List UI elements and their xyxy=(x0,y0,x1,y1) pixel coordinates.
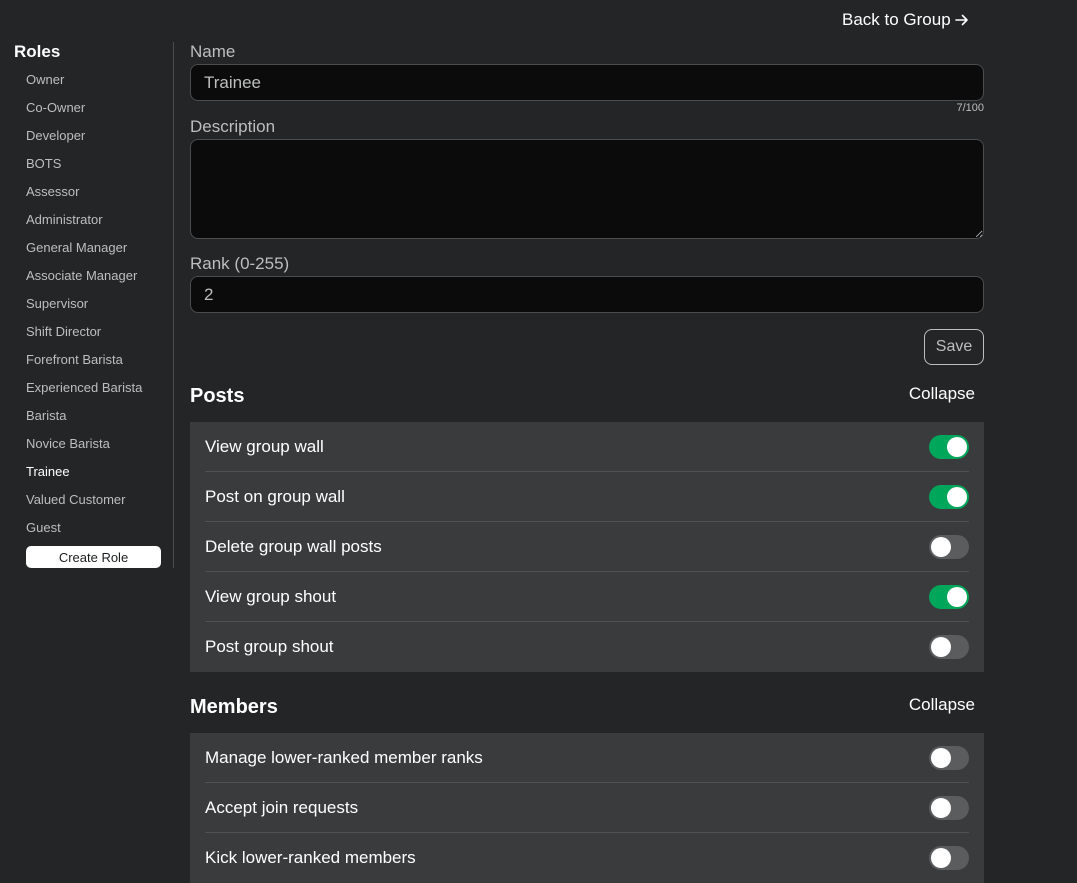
rank-label: Rank (0-255) xyxy=(190,254,290,273)
sidebar-role-item[interactable]: Experienced Barista xyxy=(26,374,142,402)
back-to-group-link[interactable]: Back to Group xyxy=(842,10,969,30)
sidebar-role-item[interactable]: Guest xyxy=(26,514,142,542)
posts-section-title: Posts xyxy=(190,385,245,407)
sidebar-role-item[interactable]: General Manager xyxy=(26,234,142,262)
toggle-knob xyxy=(931,848,951,868)
permission-toggle[interactable] xyxy=(929,846,969,870)
sidebar-role-item[interactable]: Assessor xyxy=(26,178,142,206)
toggle-knob xyxy=(931,797,951,818)
roles-sidebar: Roles Owner Co-Owner Developer BOTS Assessor… xyxy=(0,42,174,568)
permission-label: Post on group wall xyxy=(205,486,345,506)
name-input[interactable] xyxy=(190,64,984,101)
permission-label: Delete group wall posts xyxy=(205,536,382,556)
posts-permissions-panel: View group wall Post on group wall Delete … xyxy=(190,422,984,672)
permission-row: Kick lower-ranked members xyxy=(205,833,969,883)
roles-title: Roles xyxy=(14,42,61,61)
sidebar-role-item[interactable]: Shift Director xyxy=(26,318,142,346)
sidebar-role-item[interactable]: Valued Customer xyxy=(26,486,142,514)
rank-input[interactable] xyxy=(190,276,984,313)
members-permissions-panel: Manage lower-ranked member ranks Accept j… xyxy=(190,733,984,883)
toggle-knob xyxy=(931,637,951,657)
sidebar-role-item[interactable]: Developer xyxy=(26,122,142,150)
role-list: Owner Co-Owner Developer BOTS Assessor Admini… xyxy=(26,66,142,542)
permission-row: Post on group wall xyxy=(205,472,969,522)
back-to-group-label: Back to Group xyxy=(842,10,951,29)
toggle-knob xyxy=(947,586,967,607)
permission-toggle[interactable] xyxy=(929,584,969,609)
sidebar-role-item[interactable]: Administrator xyxy=(26,206,142,234)
posts-collapse-button[interactable]: Collapse xyxy=(909,384,975,404)
name-label: Name xyxy=(190,42,236,61)
sidebar-role-item[interactable]: Novice Barista xyxy=(26,430,142,458)
save-button[interactable]: Save xyxy=(924,329,984,365)
create-role-button[interactable]: Create Role xyxy=(26,546,161,568)
sidebar-role-item[interactable]: Trainee xyxy=(26,458,142,486)
permission-label: Kick lower-ranked members xyxy=(205,848,416,867)
arrow-right-icon xyxy=(954,14,968,26)
permission-toggle[interactable] xyxy=(929,635,969,659)
permission-row: View group wall xyxy=(205,422,969,472)
permission-toggle[interactable] xyxy=(929,534,969,559)
permission-row: Post group shout xyxy=(205,622,969,672)
sidebar-role-item[interactable]: Co-Owner xyxy=(26,94,142,122)
sidebar-role-item[interactable]: Forefront Barista xyxy=(26,346,142,374)
sidebar-role-item[interactable]: Barista xyxy=(26,402,142,430)
permission-row: Delete group wall posts xyxy=(205,522,969,572)
permission-label: View group wall xyxy=(205,436,324,456)
permission-label: Post group shout xyxy=(205,637,334,656)
permission-row: View group shout xyxy=(205,572,969,622)
permission-row: Manage lower-ranked member ranks xyxy=(205,733,969,783)
permission-toggle[interactable] xyxy=(929,484,969,509)
members-section-title: Members xyxy=(190,696,278,718)
permission-label: Manage lower-ranked member ranks xyxy=(205,747,483,767)
permission-row: Accept join requests xyxy=(205,783,969,833)
permission-label: View group shout xyxy=(205,586,337,606)
sidebar-role-item[interactable]: Associate Manager xyxy=(26,262,142,290)
permission-label: Accept join requests xyxy=(205,797,359,817)
toggle-knob xyxy=(931,747,951,768)
description-label: Description xyxy=(190,117,276,136)
sidebar-role-item[interactable]: Supervisor xyxy=(26,290,142,318)
name-char-count: 7/100 xyxy=(956,102,984,114)
toggle-knob xyxy=(931,536,951,557)
members-collapse-button[interactable]: Collapse xyxy=(909,695,975,715)
permission-toggle[interactable] xyxy=(929,434,969,459)
sidebar-role-item[interactable]: BOTS xyxy=(26,150,142,178)
toggle-knob xyxy=(947,486,967,507)
permission-toggle[interactable] xyxy=(929,795,969,820)
description-input[interactable] xyxy=(190,139,984,239)
toggle-knob xyxy=(947,436,967,457)
permission-toggle[interactable] xyxy=(929,745,969,770)
sidebar-role-item[interactable]: Owner xyxy=(26,66,142,94)
